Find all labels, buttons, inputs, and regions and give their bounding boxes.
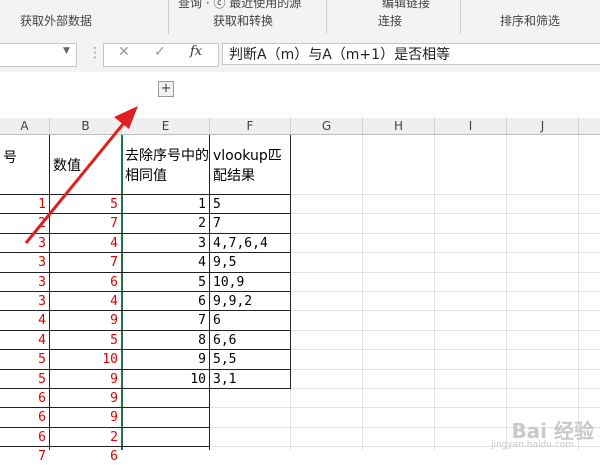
cell-e[interactable] xyxy=(122,448,210,465)
red-arrow-annotation xyxy=(24,106,138,244)
arrow-shaft xyxy=(24,117,130,244)
cell-b[interactable]: 6 xyxy=(50,448,122,465)
cell-a[interactable]: 7 xyxy=(0,448,50,465)
cell-f[interactable] xyxy=(210,448,291,465)
arrow-head xyxy=(114,106,138,129)
